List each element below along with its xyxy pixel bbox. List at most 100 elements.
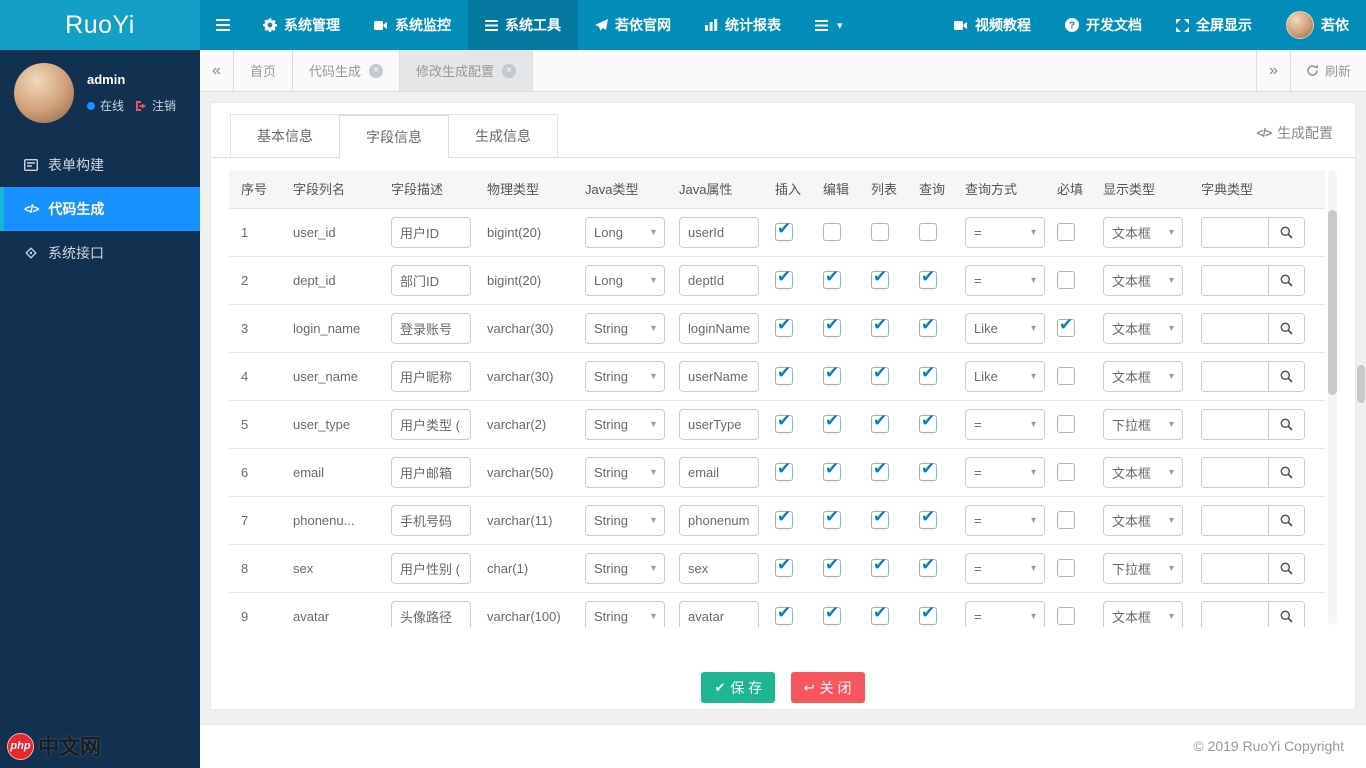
display-type-select[interactable]: 文本框 ▾ <box>1103 456 1183 488</box>
display-type-select[interactable]: 下拉框 ▾ <box>1103 408 1183 440</box>
gen-config-link[interactable]: </> 生成配置 <box>1257 123 1333 143</box>
tabs-scroll-left-button[interactable]: « <box>200 50 234 91</box>
display-type-select[interactable]: 文本框 ▾ <box>1103 600 1183 627</box>
java-type-select[interactable]: String ▾ <box>585 360 665 392</box>
tab-gen-info[interactable]: 生成信息 <box>448 114 558 157</box>
page-scrollbar-thumb[interactable] <box>1357 365 1365 403</box>
java-prop-input[interactable] <box>679 216 759 248</box>
query-checkbox[interactable] <box>919 223 937 241</box>
brand-logo[interactable]: RuoYi <box>0 0 200 50</box>
query-type-select[interactable]: Like ▾ <box>965 312 1045 344</box>
column-desc-input[interactable] <box>391 600 471 627</box>
java-prop-input[interactable] <box>679 360 759 392</box>
tab-edit-gen-config[interactable]: 修改生成配置 × <box>400 50 534 91</box>
dict-search-button[interactable] <box>1268 505 1304 535</box>
edit-checkbox[interactable] <box>823 459 841 481</box>
query-type-select[interactable]: = ▾ <box>965 504 1045 536</box>
nav-user-menu[interactable]: 若依 <box>1269 0 1366 50</box>
dict-type-input[interactable] <box>1202 313 1268 343</box>
insert-checkbox[interactable] <box>775 459 793 481</box>
edit-checkbox[interactable] <box>823 507 841 529</box>
required-checkbox[interactable] <box>1057 367 1075 385</box>
dict-type-input[interactable] <box>1202 265 1268 295</box>
query-type-select[interactable]: = ▾ <box>965 216 1045 248</box>
display-type-select[interactable]: 文本框 ▾ <box>1103 216 1183 248</box>
dict-search-button[interactable] <box>1268 217 1304 247</box>
column-desc-input[interactable] <box>391 504 471 536</box>
dict-type-input[interactable] <box>1202 217 1268 247</box>
java-prop-input[interactable] <box>679 456 759 488</box>
close-icon[interactable]: × <box>369 63 384 78</box>
insert-checkbox[interactable] <box>775 507 793 529</box>
dict-search-button[interactable] <box>1268 361 1304 391</box>
java-prop-input[interactable] <box>679 312 759 344</box>
list-checkbox[interactable] <box>871 315 889 337</box>
java-prop-input[interactable] <box>679 504 759 536</box>
nav-item-fullscreen[interactable]: 全屏显示 <box>1159 0 1269 50</box>
column-desc-input[interactable] <box>391 264 471 296</box>
insert-checkbox[interactable] <box>775 267 793 289</box>
list-checkbox[interactable] <box>871 411 889 433</box>
display-type-select[interactable]: 下拉框 ▾ <box>1103 552 1183 584</box>
dict-search-button[interactable] <box>1268 553 1304 583</box>
query-checkbox[interactable] <box>919 459 937 481</box>
required-checkbox[interactable] <box>1057 463 1075 481</box>
edit-checkbox[interactable] <box>823 363 841 385</box>
insert-checkbox[interactable] <box>775 315 793 337</box>
edit-checkbox[interactable] <box>823 267 841 289</box>
required-checkbox[interactable] <box>1057 315 1075 337</box>
java-type-select[interactable]: String ▾ <box>585 552 665 584</box>
java-prop-input[interactable] <box>679 552 759 584</box>
logout-link[interactable]: 注销 <box>152 97 176 114</box>
sidebar-toggle-button[interactable] <box>200 0 246 50</box>
insert-checkbox[interactable] <box>775 603 793 625</box>
dict-search-button[interactable] <box>1268 313 1304 343</box>
column-desc-input[interactable] <box>391 312 471 344</box>
insert-checkbox[interactable] <box>775 219 793 241</box>
column-desc-input[interactable] <box>391 552 471 584</box>
java-type-select[interactable]: String ▾ <box>585 600 665 627</box>
dict-type-input[interactable] <box>1202 601 1268 627</box>
tab-home[interactable]: 首页 <box>234 50 294 91</box>
required-checkbox[interactable] <box>1057 559 1075 577</box>
required-checkbox[interactable] <box>1057 607 1075 625</box>
dict-search-button[interactable] <box>1268 457 1304 487</box>
required-checkbox[interactable] <box>1057 223 1075 241</box>
insert-checkbox[interactable] <box>775 555 793 577</box>
nav-item-official-site[interactable]: 若依官网 <box>578 0 688 50</box>
display-type-select[interactable]: 文本框 ▾ <box>1103 504 1183 536</box>
tab-field-info[interactable]: 字段信息 <box>339 114 449 158</box>
query-type-select[interactable]: = ▾ <box>965 600 1045 627</box>
query-checkbox[interactable] <box>919 555 937 577</box>
required-checkbox[interactable] <box>1057 415 1075 433</box>
column-desc-input[interactable] <box>391 408 471 440</box>
edit-checkbox[interactable] <box>823 555 841 577</box>
avatar[interactable] <box>14 63 74 123</box>
insert-checkbox[interactable] <box>775 363 793 385</box>
column-desc-input[interactable] <box>391 456 471 488</box>
query-type-select[interactable]: = ▾ <box>965 456 1045 488</box>
sidebar-item-system-api[interactable]: 系统接口 <box>0 231 200 275</box>
sidebar-item-form-builder[interactable]: 表单构建 <box>0 143 200 187</box>
refresh-button[interactable]: 刷新 <box>1289 50 1366 91</box>
display-type-select[interactable]: 文本框 ▾ <box>1103 312 1183 344</box>
query-checkbox[interactable] <box>919 267 937 289</box>
dict-search-button[interactable] <box>1268 265 1304 295</box>
dict-type-input[interactable] <box>1202 457 1268 487</box>
edit-checkbox[interactable] <box>823 315 841 337</box>
dict-type-input[interactable] <box>1202 553 1268 583</box>
column-desc-input[interactable] <box>391 216 471 248</box>
java-prop-input[interactable] <box>679 408 759 440</box>
edit-checkbox[interactable] <box>823 411 841 433</box>
query-type-select[interactable]: Like ▾ <box>965 360 1045 392</box>
java-type-select[interactable]: String ▾ <box>585 312 665 344</box>
list-checkbox[interactable] <box>871 603 889 625</box>
close-icon[interactable]: × <box>502 63 517 78</box>
list-checkbox[interactable] <box>871 267 889 289</box>
list-checkbox[interactable] <box>871 555 889 577</box>
query-type-select[interactable]: = ▾ <box>965 552 1045 584</box>
nav-item-system-monitor[interactable]: 系统监控 <box>357 0 468 50</box>
query-checkbox[interactable] <box>919 411 937 433</box>
column-desc-input[interactable] <box>391 360 471 392</box>
dict-type-input[interactable] <box>1202 361 1268 391</box>
